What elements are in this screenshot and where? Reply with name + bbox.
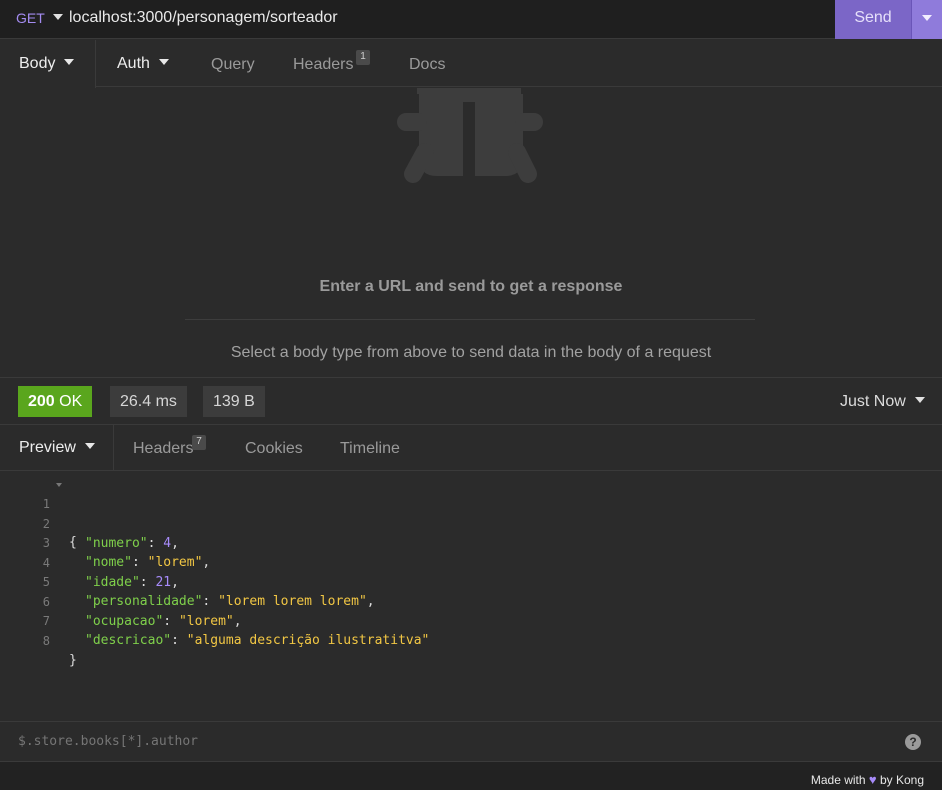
json-comma: , <box>233 613 242 629</box>
response-body-viewer[interactable]: 1 { 2 "numero": 4, 3 "nome": "lorem", 4 … <box>0 472 942 721</box>
tab-preview[interactable]: Preview <box>19 425 95 472</box>
chevron-down-icon <box>64 58 75 65</box>
chevron-down-icon <box>914 396 925 403</box>
line-number: 8 <box>42 633 50 648</box>
code-line: 4 "idade": 21, <box>0 535 179 590</box>
tab-body-label: Body <box>19 55 56 72</box>
headers-count-badge: 1 <box>356 50 370 65</box>
history-label: Just Now <box>840 393 906 410</box>
url-input[interactable]: localhost:3000/personagem/sorteador <box>69 0 338 39</box>
chevron-down-icon <box>52 14 63 21</box>
request-body-panel: Enter a URL and send to get a response S… <box>0 88 942 377</box>
tab-preview-label: Preview <box>19 439 76 456</box>
json-comma: , <box>171 574 179 590</box>
status-text: OK <box>59 393 83 410</box>
method-dropdown[interactable]: GET <box>16 0 63 39</box>
tab-auth-label: Auth <box>117 55 150 72</box>
tab-headers-label: Headers <box>293 56 354 73</box>
tab-response-headers[interactable]: Headers <box>133 425 193 472</box>
json-key: "numero" <box>85 535 148 551</box>
json-string: "lorem" <box>147 555 203 570</box>
made-with-credit[interactable]: Made with ♥ by Kong <box>811 762 924 790</box>
json-key: "ocupacao" <box>85 613 164 629</box>
tab-body[interactable]: Body <box>19 40 75 87</box>
bug-icon <box>397 88 543 183</box>
json-comma: , <box>171 535 179 551</box>
tab-timeline[interactable]: Timeline <box>340 425 400 472</box>
code-line: 6 "ocupacao": "lorem", <box>0 574 242 629</box>
response-history-dropdown[interactable]: Just Now <box>840 378 925 424</box>
tab-cookies[interactable]: Cookies <box>245 425 303 472</box>
code-text: { <box>69 535 77 550</box>
json-key: "nome" <box>85 555 132 570</box>
json-comma: , <box>202 555 211 570</box>
response-headers-count-badge: 7 <box>192 435 206 450</box>
send-options-button[interactable] <box>911 0 942 39</box>
question-icon[interactable]: ? <box>905 734 921 750</box>
chevron-down-icon <box>158 58 169 65</box>
response-size: 139 B <box>203 386 265 417</box>
code-line: 5 "personalidade": "lorem lorem lorem", <box>0 554 375 609</box>
tab-response-headers-label: Headers <box>133 440 194 457</box>
response-status-bar: 200 OK 26.4 ms 139 B Just Now <box>0 377 942 425</box>
json-key: "descricao" <box>85 633 172 648</box>
made-with-text: Made with <box>810 773 866 787</box>
code-line: 2 "numero": 4, <box>0 496 179 551</box>
code-text: } <box>69 652 77 668</box>
method-label: GET <box>16 10 45 26</box>
response-tabs: Preview Headers 7 Cookies Timeline <box>0 425 942 471</box>
tab-headers[interactable]: Headers <box>293 41 353 88</box>
status-code: 200 <box>28 393 55 410</box>
filter-input[interactable] <box>18 722 818 761</box>
divider <box>185 319 755 320</box>
response-filter-bar: ? <box>0 721 942 762</box>
json-key: "idade" <box>85 574 140 590</box>
chevron-down-icon <box>84 442 95 449</box>
empty-state-subtitle: Select a body type from above to send da… <box>230 344 712 361</box>
json-number: 21 <box>155 574 172 590</box>
heart-icon: ♥ <box>868 772 877 787</box>
tab-auth[interactable]: Auth <box>117 40 169 87</box>
code-line: 1 { <box>0 476 77 550</box>
json-string: "lorem" <box>178 613 234 629</box>
code-line: 7 "descricao": "alguma descrição ilustra… <box>0 593 430 648</box>
tab-query[interactable]: Query <box>211 41 255 88</box>
status-badge: 200 OK <box>18 386 93 417</box>
json-key: "personalidade" <box>85 594 203 609</box>
json-number: 4 <box>163 535 172 551</box>
by-kong-text: by Kong <box>879 773 924 787</box>
tab-docs[interactable]: Docs <box>409 41 445 88</box>
json-string: "alguma descrição ilustratitva" <box>186 633 430 648</box>
send-button[interactable]: Send <box>835 0 911 39</box>
code-line: 3 "nome": "lorem", <box>0 515 210 570</box>
url-bar: GET localhost:3000/personagem/sorteador … <box>0 0 942 39</box>
fold-toggle-icon[interactable] <box>56 483 62 487</box>
json-comma: , <box>366 594 375 609</box>
footer: Made with ♥ by Kong <box>0 762 942 790</box>
json-string: "lorem lorem lorem" <box>218 594 367 609</box>
response-time: 26.4 ms <box>110 386 187 417</box>
empty-state-title: Enter a URL and send to get a response <box>319 278 623 295</box>
code-line: 8 } <box>0 613 77 668</box>
